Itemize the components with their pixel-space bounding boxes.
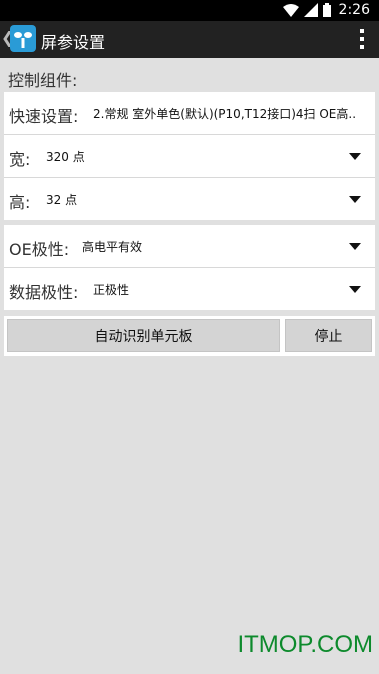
data-polarity-row[interactable]: 数据极性: 正极性 xyxy=(4,268,375,310)
oe-polarity-label: OE极性: xyxy=(9,240,70,259)
oe-polarity-row[interactable]: OE极性: 高电平有效 xyxy=(4,225,375,268)
quick-setting-label: 快速设置: xyxy=(9,107,79,126)
stop-button[interactable]: 停止 xyxy=(285,319,372,352)
height-label: 高: xyxy=(9,193,31,212)
app-logo-icon[interactable] xyxy=(10,25,36,52)
signal-icon xyxy=(304,3,318,17)
page-title: 屏参设置 xyxy=(41,33,106,52)
height-value: 32 点 xyxy=(46,193,78,207)
width-dropdown-icon[interactable] xyxy=(349,153,361,160)
wifi-icon xyxy=(283,3,299,17)
data-polarity-value: 正极性 xyxy=(93,283,130,297)
status-time: 2:26 xyxy=(338,2,370,18)
status-bar: 2:26 xyxy=(0,0,379,21)
auto-detect-button[interactable]: 自动识别单元板 xyxy=(7,319,280,352)
height-row[interactable]: 高: 32 点 xyxy=(4,178,375,220)
watermark-logo: ITMOP.COM xyxy=(237,631,373,658)
action-bar: ❮ 屏参设置 xyxy=(0,21,379,58)
quick-setting-row[interactable]: 快速设置: 2.常规 室外单色(默认)(P10,T12接口)4扫 OE高.. xyxy=(4,92,375,135)
data-polarity-label: 数据极性: xyxy=(9,283,79,302)
battery-icon xyxy=(323,3,331,17)
oe-polarity-dropdown-icon[interactable] xyxy=(349,243,361,250)
overflow-menu-icon[interactable] xyxy=(359,29,365,49)
width-label: 宽: xyxy=(9,150,31,169)
status-icons xyxy=(283,3,331,17)
button-bar: 自动识别单元板 停止 xyxy=(4,316,375,356)
quick-setting-value: 2.常规 室外单色(默认)(P10,T12接口)4扫 OE高.. xyxy=(93,107,357,121)
height-dropdown-icon[interactable] xyxy=(349,196,361,203)
settings-group-display: 快速设置: 2.常规 室外单色(默认)(P10,T12接口)4扫 OE高.. 宽… xyxy=(4,92,375,220)
oe-polarity-value: 高电平有效 xyxy=(82,240,143,254)
width-value: 320 点 xyxy=(46,150,85,164)
section-label: 控制组件: xyxy=(8,71,78,90)
settings-group-polarity: OE极性: 高电平有效 数据极性: 正极性 xyxy=(4,225,375,310)
width-row[interactable]: 宽: 320 点 xyxy=(4,135,375,178)
data-polarity-dropdown-icon[interactable] xyxy=(349,286,361,293)
